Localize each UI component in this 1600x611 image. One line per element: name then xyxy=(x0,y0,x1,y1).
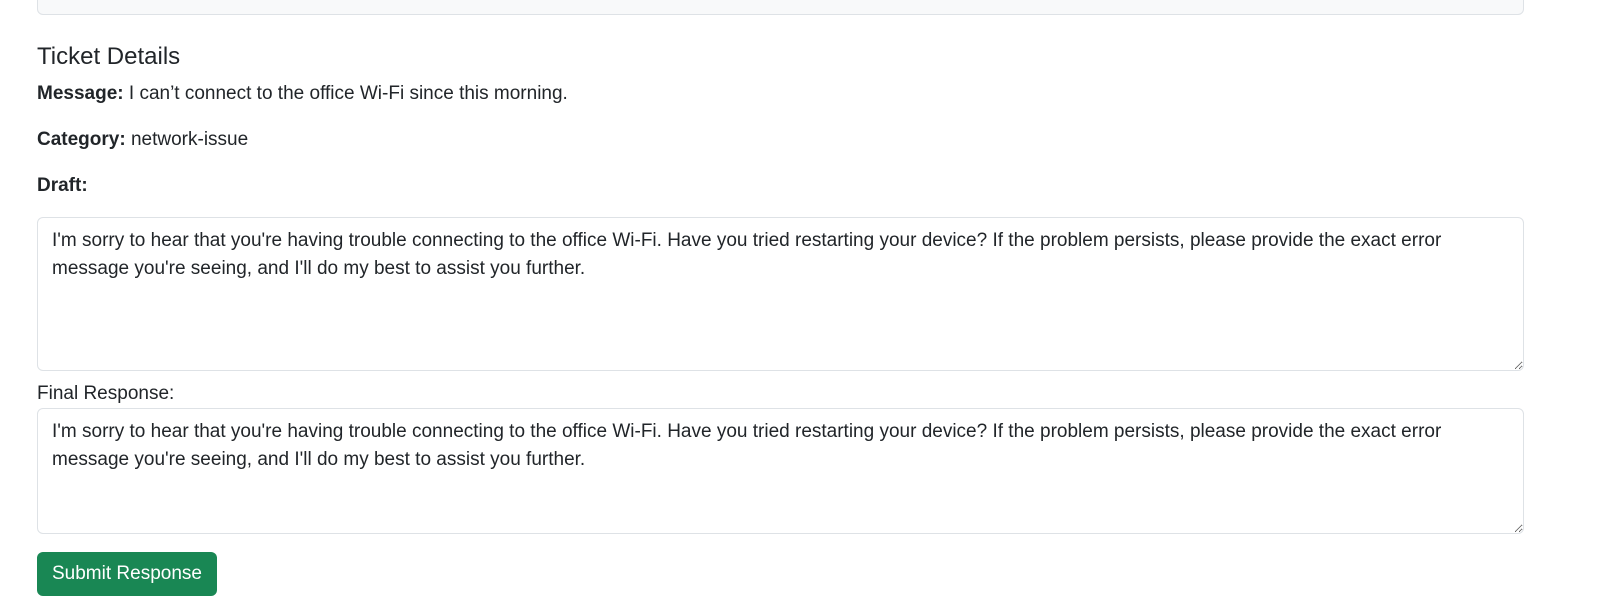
section-title: Ticket Details xyxy=(37,43,181,70)
draft-row: Draft: xyxy=(37,173,88,199)
message-value: I can’t connect to the office Wi-Fi sinc… xyxy=(128,83,568,104)
draft-textarea[interactable]: I'm sorry to hear that you're having tro… xyxy=(37,217,1524,371)
final-response-label: Final Response: xyxy=(37,383,175,404)
message-row: Message: I can’t connect to the office W… xyxy=(37,81,568,107)
message-label: Message: xyxy=(37,83,124,104)
category-row: Category: network-issue xyxy=(37,127,248,153)
ticket-page: Ticket Details Message: I can’t connect … xyxy=(0,0,1600,611)
submit-response-button[interactable]: Submit Response xyxy=(37,552,217,596)
final-response-textarea[interactable]: I'm sorry to hear that you're having tro… xyxy=(37,408,1524,534)
category-value: network-issue xyxy=(130,129,249,150)
previous-panel xyxy=(37,0,1524,15)
draft-label: Draft: xyxy=(37,175,88,196)
category-label: Category: xyxy=(37,129,126,150)
